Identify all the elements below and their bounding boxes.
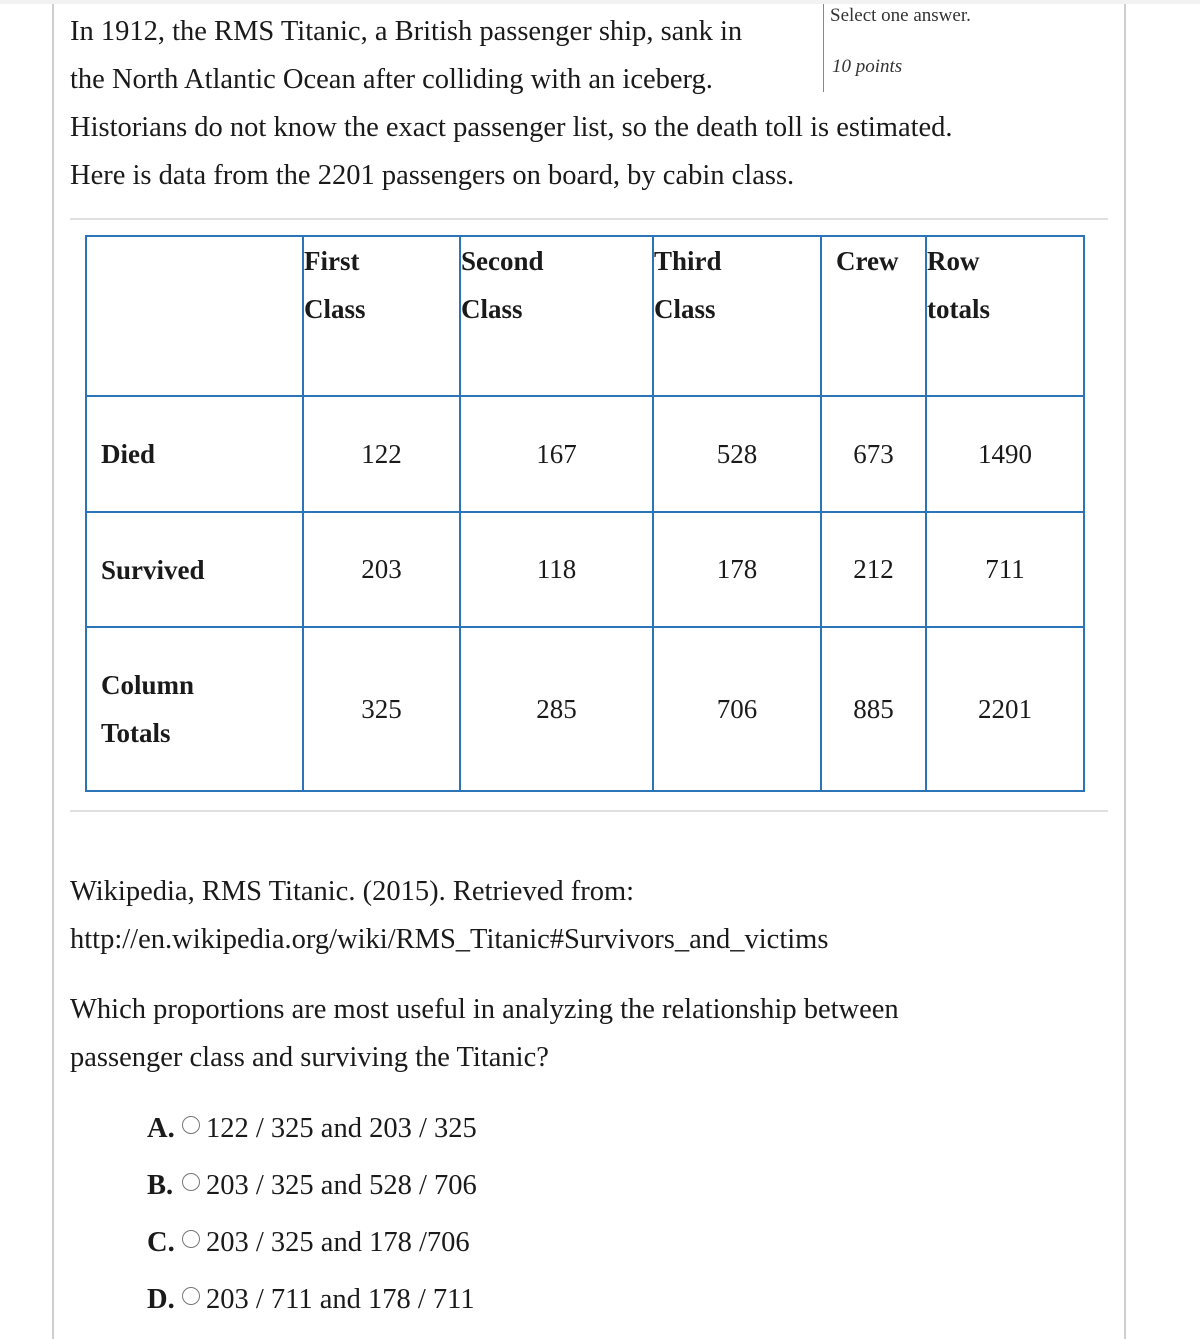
choice-text: 203 / 325 and 528 / 706 [206, 1169, 477, 1201]
choice-a[interactable]: A. 122 / 325 and 203 / 325 [147, 1100, 477, 1157]
citation: Wikipedia, RMS Titanic. (2015). Retrieve… [70, 868, 828, 964]
citation-source: Wikipedia, RMS Titanic. (2015). Retrieve… [70, 876, 635, 907]
choice-text: 203 / 711 and 178 / 711 [206, 1283, 475, 1315]
table-row: Survived 203 118 178 212 711 [85, 511, 1085, 628]
divider [70, 810, 1108, 812]
instruction-text: Select one answer. [830, 5, 971, 26]
table-cell: 325 [302, 626, 461, 792]
header-text: Class [461, 294, 523, 324]
table-cell: 167 [459, 395, 654, 513]
data-table: First Class Second Class Third Class Crew R… [85, 235, 1085, 792]
intro-line: Here is data from the 2201 passengers on… [70, 160, 795, 191]
choice-letter: A. [147, 1112, 175, 1144]
header-second-class: Second Class [459, 235, 654, 397]
table-cell: 528 [652, 395, 822, 513]
table-cell: 178 [652, 511, 822, 628]
header-text: Second [461, 246, 544, 276]
table-cell: 706 [652, 626, 822, 792]
question-prompt: Which proportions are most useful in ana… [70, 986, 1070, 1082]
choice-text: 203 / 325 and 178 /706 [206, 1226, 470, 1258]
question-line: Which proportions are most useful in ana… [70, 994, 899, 1025]
table-cell: 212 [820, 511, 927, 628]
header-text: Crew [836, 246, 899, 276]
header-text: Class [304, 294, 366, 324]
choice-letter: C. [147, 1226, 175, 1258]
table-cell: 711 [925, 511, 1085, 628]
choice-c[interactable]: C. 203 / 325 and 178 /706 [147, 1214, 477, 1271]
radio-button[interactable] [182, 1115, 200, 1134]
table-cell: 2201 [925, 626, 1085, 792]
answer-choices: A. 122 / 325 and 203 / 325 B. 203 / 325 … [147, 1100, 477, 1328]
question-meta: Select one answer. 10 points [823, 4, 971, 92]
row-label-died: Died [85, 395, 304, 513]
header-text: Third [654, 246, 722, 276]
header-first-class: First Class [302, 235, 461, 397]
row-label-column-totals: Column Totals [85, 626, 304, 792]
radio-button[interactable] [182, 1172, 200, 1191]
row-label-text: Totals [101, 718, 171, 748]
header-text: Class [654, 294, 716, 324]
table-cell: 118 [459, 511, 654, 628]
header-row-totals: Row totals [925, 235, 1085, 397]
choice-letter: B. [147, 1169, 174, 1201]
points-label: 10 points [832, 56, 903, 77]
table-cell: 285 [459, 626, 654, 792]
table-cell: 122 [302, 395, 461, 513]
row-label-survived: Survived [85, 511, 304, 628]
table-row: Column Totals 325 285 706 885 2201 [85, 626, 1085, 792]
intro-line: Historians do not know the exact passeng… [70, 112, 953, 143]
table-header-row: First Class Second Class Third Class Crew R… [85, 235, 1085, 397]
divider [70, 218, 1108, 220]
header-crew: Crew [820, 235, 927, 397]
choice-letter: D. [147, 1283, 175, 1315]
header-text: totals [927, 294, 990, 324]
question-line: passenger class and surviving the Titani… [70, 1042, 549, 1073]
header-text: First [304, 246, 360, 276]
choice-d[interactable]: D. 203 / 711 and 178 / 711 [147, 1271, 477, 1328]
radio-button[interactable] [182, 1229, 200, 1248]
radio-button[interactable] [182, 1286, 200, 1305]
table-cell: 885 [820, 626, 927, 792]
header-text: Row [927, 246, 980, 276]
row-label-text: Column [101, 670, 195, 700]
table-cell: 203 [302, 511, 461, 628]
header-third-class: Third Class [652, 235, 822, 397]
citation-url: http://en.wikipedia.org/wiki/RMS_Titanic… [70, 924, 829, 955]
table-cell: 1490 [925, 395, 1085, 513]
table-row: Died 122 167 528 673 1490 [85, 395, 1085, 513]
choice-b[interactable]: B. 203 / 325 and 528 / 706 [147, 1157, 477, 1214]
table-cell: 673 [820, 395, 927, 513]
header-cell-empty [85, 235, 304, 397]
choice-text: 122 / 325 and 203 / 325 [206, 1112, 477, 1144]
